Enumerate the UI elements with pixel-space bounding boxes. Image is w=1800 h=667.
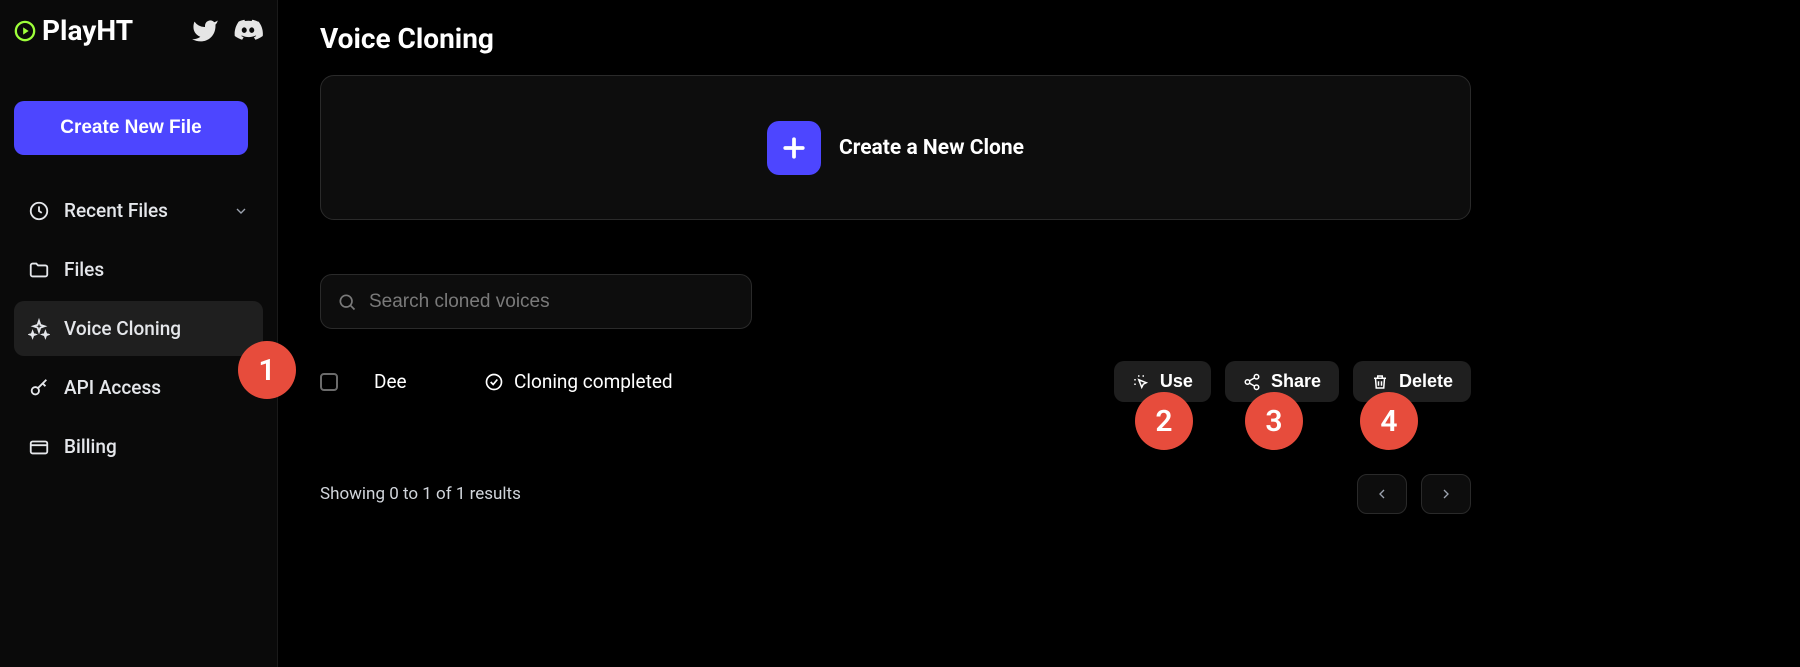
sidebar-item-recent-files[interactable]: Recent Files (14, 183, 263, 238)
plus-icon (767, 121, 821, 175)
folder-icon (28, 259, 50, 281)
page-title: Voice Cloning (320, 22, 1760, 55)
discord-icon[interactable] (233, 16, 263, 46)
logo[interactable]: PlayHT (14, 14, 133, 47)
create-clone-button[interactable]: Create a New Clone (320, 75, 1471, 220)
share-icon (1243, 373, 1261, 391)
voice-name: Dee (374, 370, 484, 393)
sidebar-item-voice-cloning[interactable]: Voice Cloning (14, 301, 263, 356)
brand-text: PlayHT (42, 14, 133, 47)
main-content: Voice Cloning Create a New Clone Dee Clo… (278, 0, 1800, 667)
clock-icon (28, 200, 50, 222)
sidebar-header: PlayHT (14, 14, 263, 47)
create-new-file-button[interactable]: Create New File (14, 101, 248, 155)
search-input[interactable] (369, 291, 735, 313)
next-page-button[interactable] (1421, 474, 1471, 514)
sidebar-item-api-access[interactable]: API Access (14, 360, 263, 415)
sidebar-item-files[interactable]: Files (14, 242, 263, 297)
row-checkbox[interactable] (320, 373, 338, 391)
play-icon (14, 20, 36, 42)
check-circle-icon (484, 372, 504, 392)
sidebar-item-label: Voice Cloning (64, 317, 181, 340)
twitter-icon[interactable] (191, 17, 219, 45)
chevron-left-icon (1374, 486, 1390, 502)
sparkles-icon (28, 318, 50, 340)
voice-row: Dee Cloning completed Use Share (320, 361, 1471, 402)
use-button[interactable]: Use (1114, 361, 1211, 402)
cursor-click-icon (1132, 373, 1150, 391)
key-icon (28, 377, 50, 399)
row-actions: Use Share Delete (1114, 361, 1471, 402)
delete-button[interactable]: Delete (1353, 361, 1471, 402)
sidebar-item-label: API Access (64, 376, 161, 399)
results-footer: Showing 0 to 1 of 1 results (320, 474, 1471, 514)
search-icon (337, 292, 357, 312)
share-button[interactable]: Share (1225, 361, 1339, 402)
prev-page-button[interactable] (1357, 474, 1407, 514)
trash-icon (1371, 373, 1389, 391)
chevron-right-icon (1438, 486, 1454, 502)
sidebar-item-label: Billing (64, 435, 117, 458)
status-text: Cloning completed (514, 370, 673, 393)
sidebar-nav: Recent Files Files Voice Cloning API Acc… (14, 183, 263, 474)
social-icons (191, 16, 263, 46)
sidebar-item-label: Files (64, 258, 104, 281)
voice-status: Cloning completed (484, 370, 673, 393)
sidebar-item-label: Recent Files (64, 199, 168, 222)
pagination (1357, 474, 1471, 514)
results-text: Showing 0 to 1 of 1 results (320, 484, 521, 504)
search-box[interactable] (320, 274, 752, 329)
create-clone-label: Create a New Clone (839, 136, 1024, 160)
sidebar: PlayHT Create New File Recent Files (0, 0, 278, 667)
chevron-down-icon (233, 203, 249, 219)
credit-card-icon (28, 436, 50, 458)
sidebar-item-billing[interactable]: Billing (14, 419, 263, 474)
